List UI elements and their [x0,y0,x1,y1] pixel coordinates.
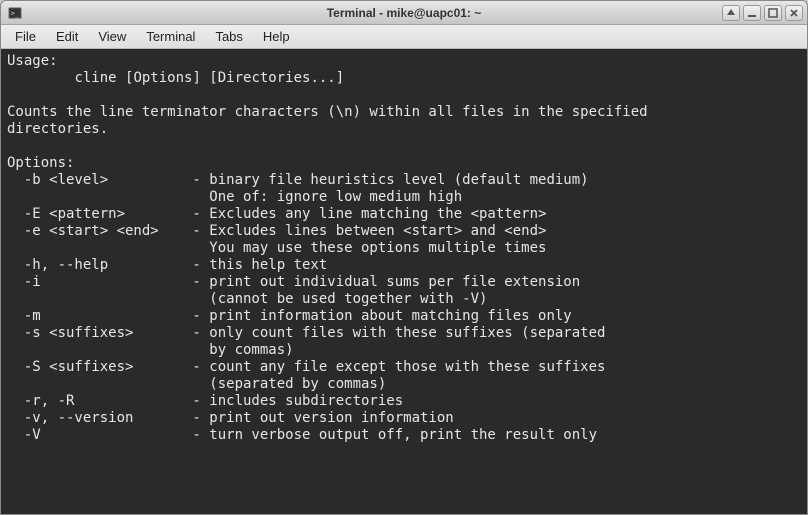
terminal-app-icon: >_ [7,5,23,21]
menubar: File Edit View Terminal Tabs Help [1,25,807,49]
window-controls [722,5,807,21]
window-close-button[interactable] [785,5,803,21]
menu-terminal[interactable]: Terminal [136,26,205,47]
terminal-window: >_ Terminal - mike@uapc01: ~ File Edit V… [0,0,808,515]
window-title: Terminal - mike@uapc01: ~ [1,6,807,20]
window-minimize-button[interactable] [743,5,761,21]
window-keep-above-button[interactable] [722,5,740,21]
menu-help[interactable]: Help [253,26,300,47]
terminal-output[interactable]: Usage: cline [Options] [Directories...] … [1,49,807,514]
menu-view[interactable]: View [88,26,136,47]
titlebar[interactable]: >_ Terminal - mike@uapc01: ~ [1,1,807,25]
menu-edit[interactable]: Edit [46,26,88,47]
menu-file[interactable]: File [5,26,46,47]
menu-tabs[interactable]: Tabs [205,26,252,47]
window-maximize-button[interactable] [764,5,782,21]
svg-text:>_: >_ [11,9,20,17]
